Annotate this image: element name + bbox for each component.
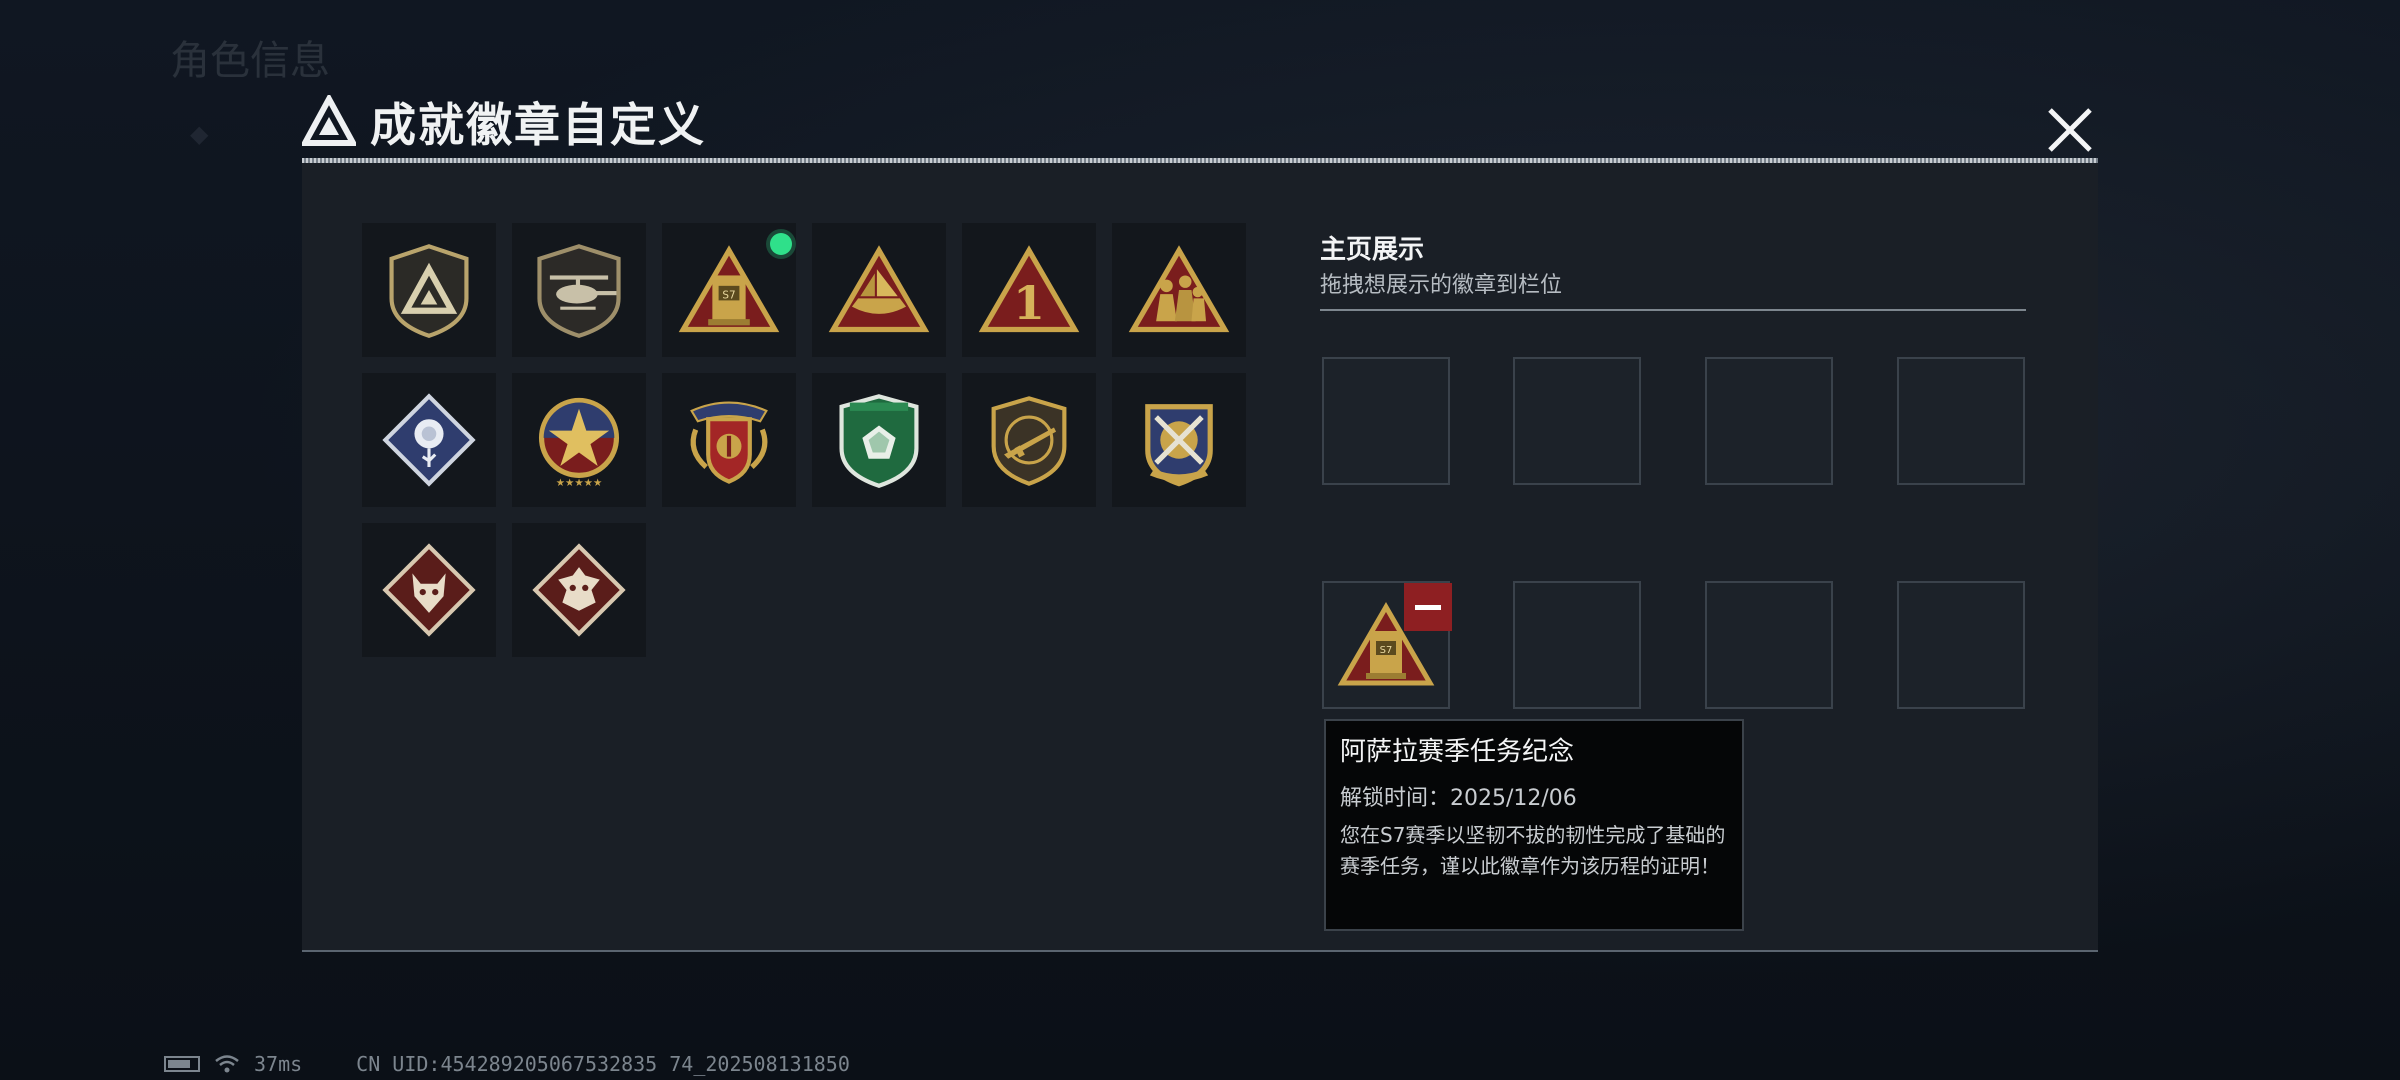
showcase-slot[interactable] xyxy=(1897,581,2025,709)
new-badge-indicator xyxy=(770,233,792,255)
ship-triangle-icon xyxy=(828,245,930,333)
dialog-title: 成就徽章自定义 xyxy=(370,98,706,152)
svg-text:1: 1 xyxy=(1013,276,1045,330)
close-button[interactable] xyxy=(2040,100,2100,160)
showcase-divider xyxy=(1320,309,2026,311)
showcase-slot[interactable] xyxy=(1513,581,1641,709)
badge-helicopter-shield[interactable] xyxy=(512,223,646,357)
badge-delta-triangle-shield[interactable] xyxy=(362,223,496,357)
green-gem-shield-icon xyxy=(839,394,919,488)
background-page-title: 角色信息 xyxy=(170,38,330,84)
tooltip-unlock-time: 解锁时间：2025/12/06 xyxy=(1340,786,1577,811)
badge-green-gem-shield[interactable] xyxy=(812,373,946,507)
rose-diamond-icon xyxy=(382,393,476,487)
showcase-subtitle: 拖拽想展示的徽章到栏位 xyxy=(1320,273,1563,298)
helicopter-shield-icon xyxy=(537,244,621,338)
delta-triangle-shield-icon xyxy=(389,244,469,338)
showcase-title: 主页展示 xyxy=(1320,235,1425,265)
showcase-slot[interactable] xyxy=(1705,581,1833,709)
showcase-slot[interactable] xyxy=(1897,357,2025,485)
badge-squad-triangle[interactable] xyxy=(1112,223,1246,357)
winged-crest-icon xyxy=(690,401,768,484)
wolf-diamond-icon xyxy=(382,543,476,637)
rank-1-triangle-icon: 1 xyxy=(978,245,1080,333)
tooltip-description: 您在S7赛季以坚韧不拔的韧性完成了基础的赛季任务，谨以此徽章作为该历程的证明！ xyxy=(1340,823,1726,878)
badge-star-compass[interactable]: ★★★★★ xyxy=(512,373,646,507)
badge-dragon-diamond[interactable] xyxy=(512,523,646,657)
dragon-diamond-icon xyxy=(532,543,626,637)
user-uid: CN UID:454289205067532835 74_20250813185… xyxy=(356,1052,850,1076)
ping-value: 37ms xyxy=(254,1052,303,1076)
squad-triangle-icon xyxy=(1128,245,1230,333)
remove-badge-button[interactable] xyxy=(1404,583,1452,631)
badge-customize-panel: S7 1 ★★★★★ 主页展示 拖拽想展示的徽章到栏位 S7 阿萨拉赛季任务纪念… xyxy=(302,158,2098,952)
star-compass-icon: ★★★★★ xyxy=(538,397,620,489)
showcase-slot[interactable] xyxy=(1322,357,1450,485)
badge-rifle-shield[interactable] xyxy=(962,373,1096,507)
delta-logo-icon xyxy=(302,95,356,146)
badge-s7-season-tower[interactable]: S7 xyxy=(662,223,796,357)
showcase-slot-filled[interactable]: S7 xyxy=(1322,581,1452,709)
badge-rank-1-triangle[interactable]: 1 xyxy=(962,223,1096,357)
close-icon xyxy=(2048,108,2092,152)
s7-season-tower-icon: S7 xyxy=(678,245,780,333)
minus-icon xyxy=(1415,604,1441,610)
wifi-icon xyxy=(215,1055,239,1073)
rifle-shield-icon xyxy=(991,396,1067,486)
badge-wolf-diamond[interactable] xyxy=(362,523,496,657)
battery-icon xyxy=(164,1056,200,1072)
badge-rose-diamond[interactable] xyxy=(362,373,496,507)
tooltip-badge-name: 阿萨拉赛季任务纪念 xyxy=(1340,737,1575,767)
svg-text:S7: S7 xyxy=(722,289,735,301)
badge-crossed-rockets-crest[interactable] xyxy=(1112,373,1246,507)
badge-tooltip: 阿萨拉赛季任务纪念 解锁时间：2025/12/06 您在S7赛季以坚韧不拔的韧性… xyxy=(1324,719,1744,931)
svg-text:S7: S7 xyxy=(1380,645,1393,656)
svg-text:★★★★★: ★★★★★ xyxy=(556,477,603,489)
showcase-slot[interactable] xyxy=(1513,357,1641,485)
background-ghost-icon: ◆ xyxy=(190,120,209,148)
crossed-rockets-crest-icon xyxy=(1145,404,1213,487)
dialog-header: 成就徽章自定义 xyxy=(302,92,706,152)
badge-winged-crest[interactable] xyxy=(662,373,796,507)
badge-grid: S7 1 ★★★★★ xyxy=(362,223,1246,657)
status-bar: 37ms CN UID:454289205067532835 74_202508… xyxy=(164,1052,850,1076)
showcase-slot[interactable] xyxy=(1705,357,1833,485)
badge-ship-triangle[interactable] xyxy=(812,223,946,357)
